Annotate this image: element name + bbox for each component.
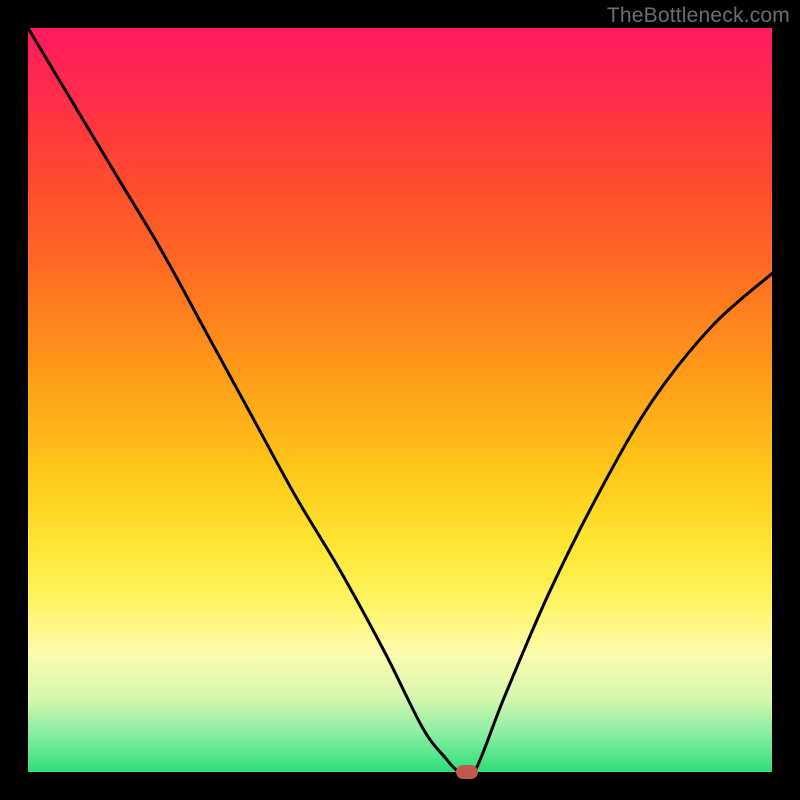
chart-frame: TheBottleneck.com [0, 0, 800, 800]
bottleneck-curve [28, 28, 772, 772]
minimum-marker [456, 765, 478, 779]
chart-plot-area [28, 28, 772, 772]
watermark-text: TheBottleneck.com [607, 4, 790, 28]
